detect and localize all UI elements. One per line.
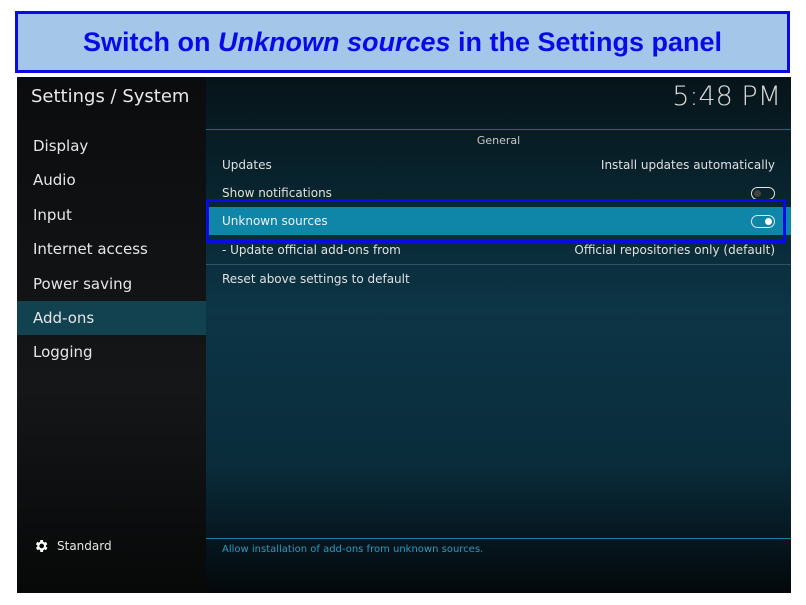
setting-value: Official repositories only (default) [574,243,775,257]
sidebar-item-internet-access[interactable]: Internet access [17,232,206,266]
sidebar-item-audio[interactable]: Audio [17,163,206,197]
instruction-banner: Switch on Unknown sources in the Setting… [15,11,790,73]
setting-reset-defaults[interactable]: Reset above settings to default [206,265,791,293]
gear-icon [35,540,48,552]
setting-value: Install updates automatically [600,158,775,172]
sidebar-item-display[interactable]: Display [17,129,206,163]
setting-label: Show notifications [222,186,332,200]
sidebar: Settings / System Display Audio Input In… [17,77,206,593]
setting-label: Updates [222,158,272,172]
clock: 5:48 PM [672,81,781,112]
divider [206,129,791,130]
sidebar-item-logging[interactable]: Logging [17,335,206,369]
banner-text: Switch on Unknown sources in the Setting… [82,26,723,57]
highlight-box [206,199,786,243]
setting-label: - Update official add-ons from [222,243,401,257]
settings-level-button[interactable]: Standard [33,538,112,554]
sidebar-nav: Display Audio Input Internet access Powe… [17,129,206,370]
toggle-off[interactable] [751,186,775,200]
help-text: Allow installation of add-ons from unkno… [222,544,484,555]
sidebar-item-power-saving[interactable]: Power saving [17,267,206,301]
sidebar-item-add-ons[interactable]: Add-ons [17,300,206,336]
kodi-settings-window: Settings / System Display Audio Input In… [17,77,791,593]
setting-updates[interactable]: Updates Install updates automatically [206,151,791,179]
group-title: General [476,134,521,147]
settings-level-label: Standard [57,539,112,553]
settings-panel: 5:48 PM General Updates Install updates … [206,77,791,593]
page-title: Settings / System [31,86,190,107]
divider [206,538,791,539]
sidebar-item-input[interactable]: Input [17,198,206,232]
setting-label: Reset above settings to default [222,272,410,286]
